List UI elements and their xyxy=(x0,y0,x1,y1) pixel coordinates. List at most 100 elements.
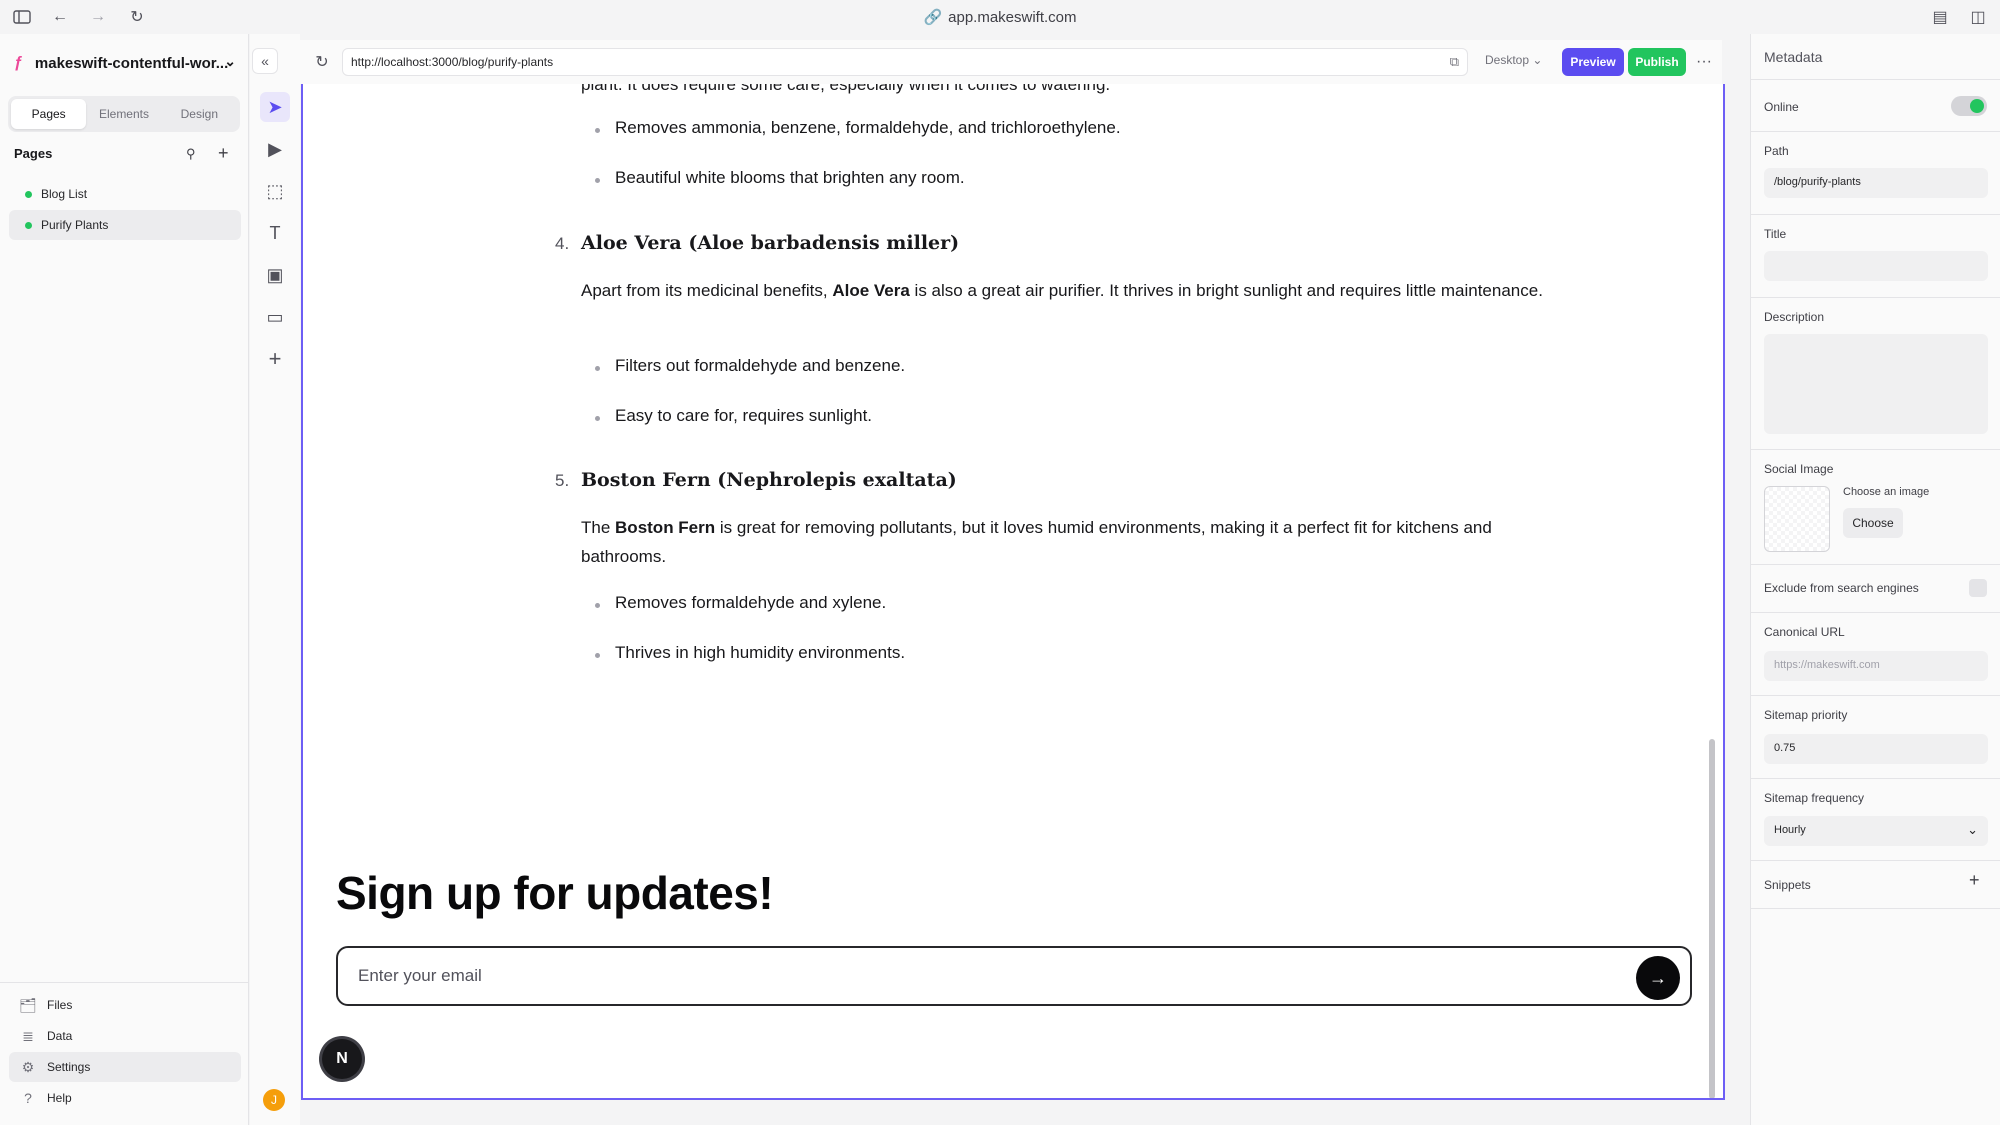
submit-arrow-button[interactable]: → xyxy=(1636,956,1680,1000)
search-icon[interactable]: ⚲ xyxy=(186,146,196,162)
device-selector[interactable]: Desktop ⌄ xyxy=(1485,53,1542,67)
list-item: Beautiful white blooms that brighten any… xyxy=(595,168,965,187)
page-item-blog-list[interactable]: Blog List xyxy=(9,179,241,209)
canonical-url-input[interactable]: https://makeswift.com xyxy=(1764,651,1988,681)
makeswift-logo-icon: ƒ xyxy=(14,54,23,71)
panel-title: Metadata xyxy=(1764,49,1823,65)
address-bar[interactable]: 🔗 app.makeswift.com xyxy=(0,8,2000,26)
divider xyxy=(1751,131,2000,132)
divider xyxy=(1751,449,2000,450)
toggle-knob xyxy=(1970,99,1984,113)
online-toggle[interactable] xyxy=(1951,96,1987,116)
canvas-toolbar: ↻ http://localhost:3000/blog/purify-plan… xyxy=(300,40,1722,84)
list-item: Removes formaldehyde and xylene. xyxy=(594,593,887,612)
link-icon: 🔗 xyxy=(923,9,943,26)
site-switcher[interactable]: ƒ makeswift-contentful-wor... ⌄ xyxy=(14,48,244,78)
tab-pages[interactable]: Pages xyxy=(11,99,87,129)
status-dot xyxy=(25,221,32,229)
browser-toolbar: ← → ↻ 🔗 app.makeswift.com ▤ ◫ xyxy=(0,0,2000,34)
canvas-reload-icon[interactable]: ↻ xyxy=(310,50,334,74)
nav-label: Data xyxy=(47,1029,73,1043)
page-item-purify-plants[interactable]: Purify Plants xyxy=(9,210,241,240)
add-element-icon[interactable]: + xyxy=(260,344,290,374)
divider xyxy=(1751,214,2000,215)
path-input[interactable]: /blog/purify-plants xyxy=(1764,168,1988,198)
canvas-scrollbar[interactable] xyxy=(1709,739,1715,1098)
divider xyxy=(1751,778,2000,779)
exclude-checkbox[interactable] xyxy=(1969,579,1987,597)
email-placeholder: Enter your email xyxy=(358,966,482,985)
pages-heading: Pages xyxy=(14,146,53,161)
button-tool-icon[interactable]: ▭ xyxy=(260,302,290,332)
choose-image-button[interactable]: Choose xyxy=(1843,508,1903,538)
text-tool-icon[interactable]: T xyxy=(260,218,290,248)
list-item: Thrives in high humidity environments. xyxy=(594,643,906,662)
snippets-label: Snippets xyxy=(1764,878,1811,892)
tab-elements[interactable]: Elements xyxy=(86,99,161,129)
chevron-down-icon: ⌄ xyxy=(224,53,236,69)
double-chevron-left-icon: « xyxy=(261,53,269,69)
description-textarea[interactable] xyxy=(1764,334,1988,434)
add-snippet-icon[interactable]: + xyxy=(1969,870,1980,891)
sidebar-footer xyxy=(0,982,249,983)
section-paragraph: Apart from its medicinal benefits, Aloe … xyxy=(581,276,1581,305)
nav-files[interactable]: 🗂 Files xyxy=(9,990,241,1020)
add-page-icon[interactable]: + xyxy=(218,143,229,164)
select-tool-icon[interactable]: ➤ xyxy=(260,92,290,122)
divider xyxy=(1751,695,2000,696)
nextjs-badge[interactable]: N xyxy=(322,1039,362,1079)
page-canvas[interactable]: plant. It does require some care, especi… xyxy=(301,84,1725,1100)
publish-button[interactable]: Publish xyxy=(1628,48,1686,76)
list-item: Filters out formaldehyde and benzene. xyxy=(594,356,906,375)
section-heading: Aloe Vera (Aloe barbadensis miller) xyxy=(581,232,960,254)
extension-icon[interactable]: ▤ xyxy=(1930,7,1950,27)
box-tool-icon[interactable]: ⬚ xyxy=(260,176,290,206)
page-label: Blog List xyxy=(41,187,88,201)
social-image-label: Social Image xyxy=(1764,462,1834,476)
description-label: Description xyxy=(1764,310,1825,324)
play-tool-icon[interactable]: ▶ xyxy=(260,134,290,164)
page-label: Purify Plants xyxy=(41,218,109,232)
divider xyxy=(1751,612,2000,613)
preview-button[interactable]: Preview xyxy=(1562,48,1624,76)
more-options-icon[interactable]: ··· xyxy=(1693,48,1715,76)
divider xyxy=(1751,908,2000,909)
sitemap-priority-input[interactable]: 0.75 xyxy=(1764,734,1988,764)
list-number: 5. xyxy=(555,471,570,490)
section-paragraph: The Boston Fern is great for removing po… xyxy=(581,513,1581,571)
sitemap-priority-label: Sitemap priority xyxy=(1764,708,1848,722)
nav-data[interactable]: ≣ Data xyxy=(9,1021,241,1051)
canvas-url-input[interactable]: http://localhost:3000/blog/purify-plants… xyxy=(342,48,1468,76)
image-tool-icon[interactable]: ▣ xyxy=(260,260,290,290)
signup-title: Sign up for updates! xyxy=(336,867,774,919)
avatar[interactable]: J xyxy=(263,1089,285,1111)
title-label: Title xyxy=(1764,227,1787,241)
choose-image-label: Choose an image xyxy=(1843,486,1930,498)
chevron-down-icon: ⌄ xyxy=(1532,53,1543,67)
text: Apart from its medicinal benefits, xyxy=(581,281,833,300)
exclude-label: Exclude from search engines xyxy=(1764,581,1919,595)
tab-design[interactable]: Design xyxy=(162,99,237,129)
tool-strip: ➤ ▶ ⬚ T ▣ ▭ + xyxy=(250,34,300,1125)
social-image-thumbnail[interactable] xyxy=(1764,486,1830,552)
bold-text: Aloe Vera xyxy=(832,281,910,300)
split-view-icon[interactable]: ◫ xyxy=(1968,7,1988,27)
email-field[interactable]: Enter your email → xyxy=(336,946,1692,1006)
device-label: Desktop xyxy=(1485,53,1530,67)
nav-settings[interactable]: ⚙ Settings xyxy=(9,1052,241,1082)
status-dot xyxy=(25,190,32,198)
title-input[interactable] xyxy=(1764,251,1988,281)
divider xyxy=(1751,79,2000,80)
open-external-icon[interactable]: ⧉ xyxy=(1450,54,1459,70)
nav-label: Help xyxy=(47,1091,72,1105)
nav-help[interactable]: ? Help xyxy=(9,1083,241,1113)
section-heading: Boston Fern (Nephrolepis exaltata) xyxy=(581,469,957,491)
chevron-down-icon: ⌄ xyxy=(1967,822,1978,837)
site-name-label: makeswift-contentful-wor... xyxy=(34,54,229,72)
online-label: Online xyxy=(1764,100,1799,114)
collapse-sidebar-button[interactable]: « xyxy=(252,48,278,74)
sitemap-frequency-label: Sitemap frequency xyxy=(1764,791,1865,805)
address-text: app.makeswift.com xyxy=(948,9,1077,26)
database-icon: ≣ xyxy=(22,1027,34,1044)
sitemap-frequency-select[interactable]: Hourly ⌄ xyxy=(1764,816,1988,846)
